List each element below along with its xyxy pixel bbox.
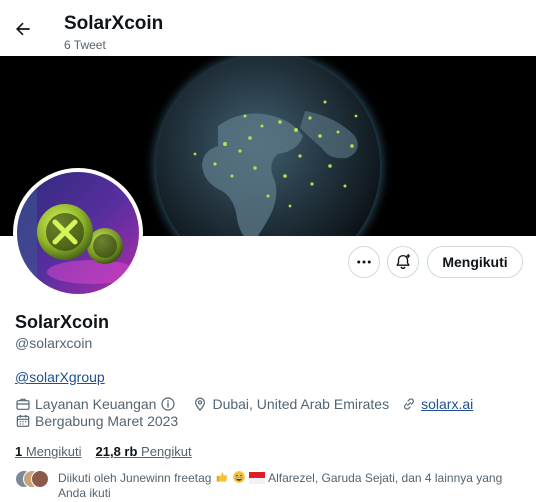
location-item: Dubai, United Arab Emirates [192, 396, 389, 412]
grinning-face-icon [233, 471, 245, 483]
profile-meta: Layanan Keuangan Dubai, United Arab Emir… [15, 396, 473, 412]
notifications-button[interactable] [387, 246, 419, 278]
website-item: solarx.ai [401, 396, 473, 412]
header-title: SolarXcoin [64, 13, 164, 34]
known-followers[interactable]: Diikuti oleh Junewinn freetag Alfarezel,… [15, 470, 515, 501]
location-text: Dubai, United Arab Emirates [212, 396, 390, 412]
profile-avatar[interactable] [13, 168, 143, 298]
link-icon [404, 398, 414, 410]
more-horizontal-icon [357, 260, 371, 264]
website-link[interactable]: solarx.ai [421, 396, 473, 412]
followers-label: Pengikut [141, 444, 192, 459]
profile-meta-joined: Bergabung Maret 2023 [15, 413, 178, 429]
followers-count: 21,8 rb [95, 444, 138, 459]
followers-count-link[interactable]: 21,8 rb Pengikut [96, 444, 192, 459]
indonesia-flag-icon [249, 472, 266, 484]
joined-item: Bergabung Maret 2023 [15, 413, 178, 429]
profile-handle: @solarxcoin [15, 335, 93, 351]
back-button[interactable] [8, 14, 38, 44]
category-text: Layanan Keuangan [35, 396, 157, 412]
more-button[interactable] [348, 246, 380, 278]
info-icon[interactable] [160, 396, 176, 412]
arrow-left-icon [16, 22, 30, 36]
joined-text: Bergabung Maret 2023 [35, 413, 179, 429]
profile-display-name: SolarXcoin [15, 312, 110, 332]
following-label: Mengikuti [25, 444, 82, 459]
thumbs-up-icon [216, 472, 227, 482]
avatar [31, 470, 49, 488]
location-pin-icon [195, 397, 206, 411]
tweet-count: 6 Tweet [64, 38, 106, 52]
follow-counts: 1 Mengikuti 21,8 rb Pengikut [15, 444, 192, 459]
bio-mention-link[interactable]: @solarXgroup [15, 369, 105, 385]
profile-header: SolarXcoin 6 Tweet [0, 0, 536, 56]
known-followers-prefix: Diikuti oleh Junewinn freetag [58, 471, 212, 485]
known-followers-avatars [15, 470, 49, 488]
following-count-link[interactable]: 1 Mengikuti [15, 444, 82, 459]
bell-plus-icon [396, 254, 411, 270]
briefcase-icon [16, 398, 30, 410]
solarx-coin-logo [17, 172, 139, 294]
calendar-icon [16, 415, 30, 427]
following-count: 1 [15, 444, 23, 459]
known-followers-text[interactable]: Diikuti oleh Junewinn freetag Alfarezel,… [58, 470, 515, 501]
following-button[interactable]: Mengikuti [427, 246, 523, 278]
category-item: Layanan Keuangan [15, 396, 180, 412]
